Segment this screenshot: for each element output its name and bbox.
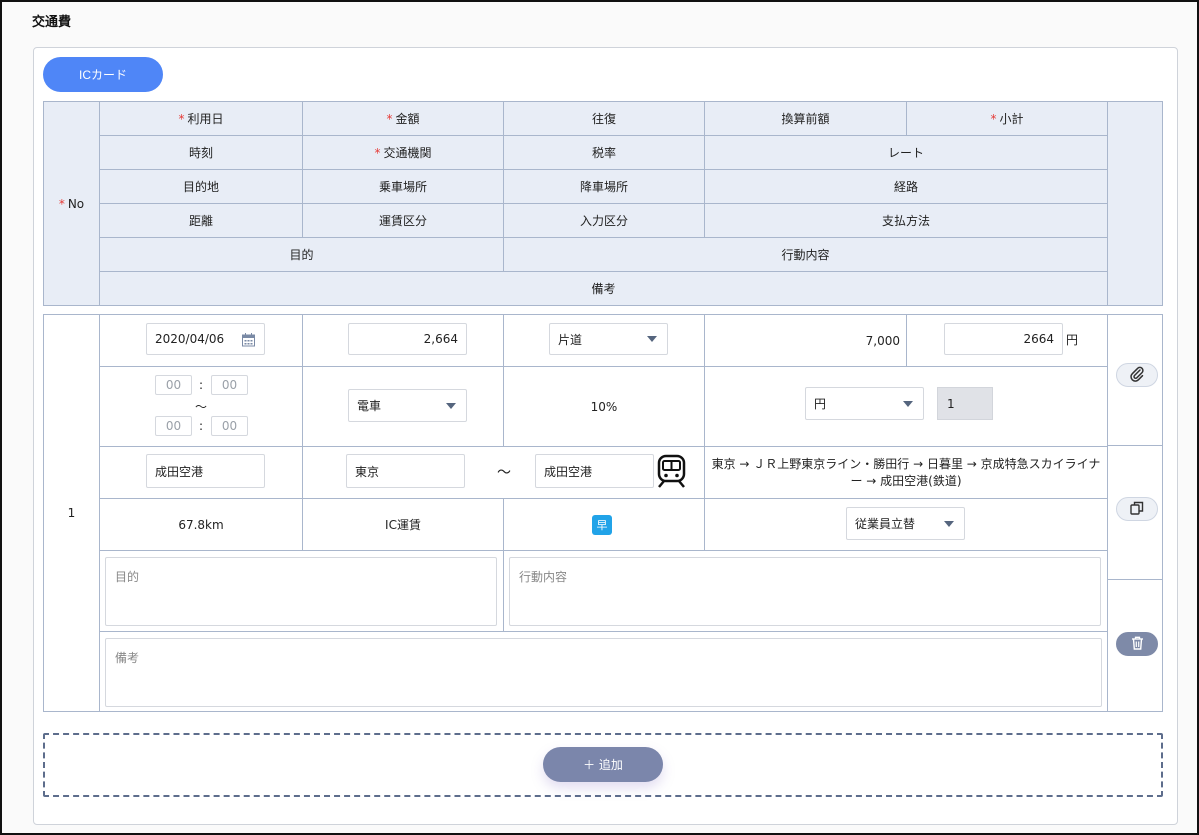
required-mark: * [58,196,65,211]
header-no: * No [43,101,100,306]
destination-input[interactable]: 成田空港 [146,454,265,488]
cell-tax-rate: 10% [503,366,705,447]
header-fare-type: 運賃区分 [302,203,504,238]
subtotal-unit: 円 [1065,332,1078,347]
row-number: 1 [43,314,100,712]
action-textarea[interactable]: 行動内容 [509,557,1101,626]
amount-input[interactable]: 2,664 [348,323,467,355]
transport-select[interactable]: 電車 [348,389,467,422]
chevron-down-icon [446,402,456,409]
boarding-input[interactable]: 東京 [346,454,465,488]
header-round-trip: 往復 [503,101,705,136]
remarks-textarea[interactable]: 備考 [105,638,1102,707]
add-button[interactable]: ＋ 追加 [543,747,663,782]
header-alighting: 降車場所 [503,169,705,204]
copy-icon [1130,501,1144,518]
currency-select[interactable]: 円 [805,387,924,420]
alighting-input[interactable]: 成田空港 [535,454,654,488]
header-payment: 支払方法 [704,203,1108,238]
delete-button[interactable] [1116,632,1158,656]
header-rate: レート [704,135,1108,170]
calendar-icon[interactable] [242,333,255,350]
header-purpose: 目的 [99,237,504,272]
subtotal-input[interactable]: 2664 [944,323,1063,355]
chevron-down-icon [903,400,913,407]
chevron-down-icon [647,336,657,342]
header-use-date: * 利用日 [99,101,303,136]
time-to-minute[interactable]: 00 [211,416,248,436]
ic-card-button[interactable]: ICカード [43,57,163,92]
header-transport: * 交通機関 [302,135,504,170]
rate-input: 1 [937,387,993,420]
time-from-minute[interactable]: 00 [211,375,248,395]
time-separator: : [198,419,204,433]
header-action: 行動内容 [503,237,1108,272]
purpose-textarea[interactable]: 目的 [105,557,497,626]
section-title: 交通費 [32,15,72,30]
route-tilde: ～ [497,465,511,481]
chevron-down-icon [944,520,954,527]
header-remarks: 備考 [99,271,1108,306]
attach-button[interactable] [1116,363,1158,387]
cell-fare-type: IC運賃 [302,498,504,551]
route-text: 東京 → ＪＲ上野東京ライン・勝田行 → 日暮里 → 京成特急スカイライナー →… [704,446,1108,499]
pre-conversion-value: 7,000 [865,333,900,348]
copy-button[interactable] [1116,497,1158,521]
time-from-hour[interactable]: 00 [155,375,192,395]
header-input-type: 入力区分 [503,203,705,238]
paperclip-icon [1130,366,1144,385]
early-input-badge: 早 [592,515,612,535]
header-tax-rate: 税率 [503,135,705,170]
trash-icon [1131,636,1144,653]
cell-pre-conversion: 7,000 [704,314,907,367]
header-subtotal: * 小計 [906,101,1108,136]
header-distance: 距離 [99,203,303,238]
payment-select[interactable]: 従業員立替 [846,507,965,540]
round-trip-select[interactable]: 片道 [549,323,668,355]
time-range-tilde: ～ [194,399,207,414]
header-time: 時刻 [99,135,303,170]
use-date-input[interactable]: 2020/04/06 [146,323,265,355]
time-to-hour[interactable]: 00 [155,416,192,436]
header-boarding: 乗車場所 [302,169,504,204]
header-amount: * 金額 [302,101,504,136]
header-destination: 目的地 [99,169,303,204]
header-actions-column [1107,101,1163,306]
time-separator: : [198,378,204,392]
header-pre-conversion: 換算前額 [704,101,907,136]
cell-distance: 67.8km [99,498,303,551]
train-route-search-icon[interactable] [655,454,688,492]
header-route: 経路 [704,169,1108,204]
